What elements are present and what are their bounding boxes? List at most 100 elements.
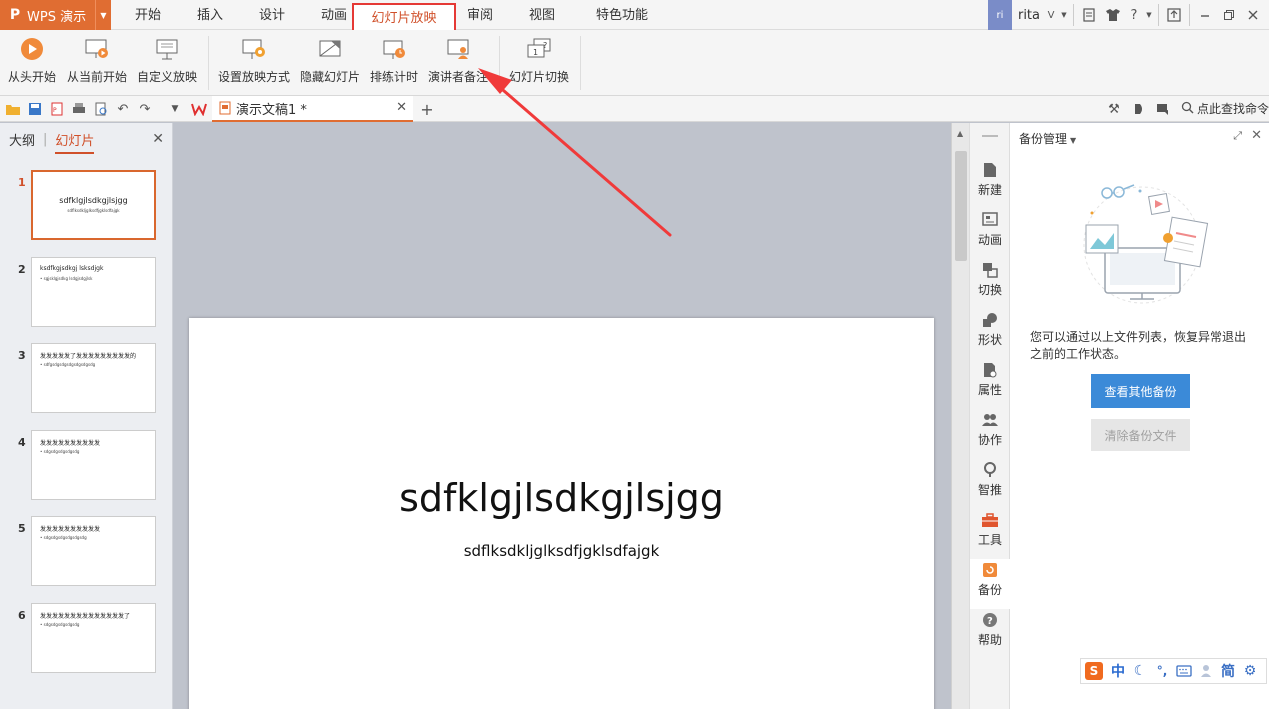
slide-thumbnail-3[interactable]: 发发发发发了发发发发发发发发发的 • sdfgsdgsdgsdgsdgsdgsd… xyxy=(31,343,156,413)
slide-title[interactable]: sdfklgjlsdkgjlsjgg xyxy=(189,476,934,520)
scroll-thumb[interactable] xyxy=(955,151,967,261)
moon-icon[interactable]: ☾ xyxy=(1129,660,1151,682)
from-current-button[interactable]: 从当前开始 xyxy=(67,34,127,92)
slide-thumbnail-6[interactable]: 发发发发发发发发发发发发发发了 • sdgsdgsdgsdgsdg xyxy=(31,603,156,673)
slide-thumbnail-4[interactable]: 发发发发发发发发发发 • sdgsdgsdgsdgsdg xyxy=(31,430,156,500)
thumbnail-title: 发发发发发发发发发发 xyxy=(40,526,101,533)
strip-item-shape[interactable]: 形状 xyxy=(970,311,1010,357)
help-icon[interactable]: ? xyxy=(1125,0,1143,30)
rehearse-timing-button[interactable]: 排练计时 xyxy=(370,34,418,92)
open-folder-icon[interactable] xyxy=(4,100,22,118)
slide-number: 5 xyxy=(18,522,26,535)
keyboard-icon[interactable] xyxy=(1173,660,1195,682)
strip-label: 工具 xyxy=(977,533,1002,547)
wps-home-icon[interactable] xyxy=(190,100,208,118)
close-icon[interactable] xyxy=(1241,0,1265,30)
command-search[interactable]: 点此查找命令 xyxy=(1181,100,1269,117)
slide-number: 1 xyxy=(18,176,26,189)
strip-item-help[interactable]: ? 帮助 xyxy=(970,611,1010,657)
strip-item-tools[interactable]: 工具 xyxy=(970,511,1010,557)
slide-thumbnail-5[interactable]: 发发发发发发发发发发 • sdgsdgsdgsdgsdgsdg xyxy=(31,516,156,586)
rehearse-icon xyxy=(379,34,409,64)
tab-animation[interactable]: 动画 xyxy=(310,0,358,30)
tab-outline[interactable]: 大纲 xyxy=(9,130,35,149)
close-icon[interactable]: ✕ xyxy=(1251,128,1262,143)
recommend-icon xyxy=(981,461,999,479)
shirt-icon[interactable] xyxy=(1101,0,1125,30)
strip-item-recommend[interactable]: 智推 xyxy=(970,461,1010,507)
tab-insert[interactable]: 插入 xyxy=(186,0,234,30)
vertical-scrollbar[interactable]: ▲ xyxy=(951,123,969,709)
user-name[interactable]: rita xyxy=(1018,8,1040,23)
restore-icon[interactable] xyxy=(1217,0,1241,30)
user-icon[interactable] xyxy=(1195,660,1217,682)
strip-item-backup[interactable]: 备份 xyxy=(970,559,1010,609)
scroll-up-icon[interactable]: ▲ xyxy=(957,129,963,138)
tab-review[interactable]: 审阅 xyxy=(456,0,504,30)
tab-design[interactable]: 设计 xyxy=(248,0,296,30)
ribbon: 从头开始 从当前开始 自定义放映 设置放映方式 隐藏幻灯片 排练计时 演讲者备注… xyxy=(0,30,1269,96)
strip-item-collaborate[interactable]: 协作 xyxy=(970,411,1010,457)
presenter-notes-button[interactable]: 演讲者备注 xyxy=(428,34,488,92)
search-icon xyxy=(1181,101,1194,117)
ime-logo-icon[interactable]: S xyxy=(1085,662,1103,680)
minimize-icon[interactable] xyxy=(1193,0,1217,30)
document-title: 演示文稿1 * xyxy=(236,102,307,118)
undock-icon[interactable]: ⤢ xyxy=(1233,129,1242,143)
slide-canvas[interactable]: sdfklgjlsdkgjlsjgg sdflksdkljglksdfjgkls… xyxy=(174,123,951,709)
tab-home[interactable]: 开始 xyxy=(124,0,172,30)
strip-item-switch[interactable]: 切换 xyxy=(970,261,1010,307)
slide-subtitle[interactable]: sdflksdkljglksdfjgklsdfajgk xyxy=(189,542,934,560)
ime-language-toggle[interactable]: 中 xyxy=(1107,660,1129,682)
undo-icon[interactable]: ↶ xyxy=(114,100,132,118)
print-icon[interactable] xyxy=(70,100,88,118)
strip-item-new[interactable]: 新建 xyxy=(970,161,1010,207)
ime-mode-toggle[interactable]: 简 xyxy=(1217,660,1239,682)
fullscreen-icon[interactable] xyxy=(1162,0,1186,30)
print-preview-icon[interactable] xyxy=(92,100,110,118)
chevron-down-icon[interactable]: ▼ xyxy=(1143,0,1155,30)
chevron-down-icon: ▼ xyxy=(1070,136,1077,145)
custom-show-button[interactable]: 自定义放映 xyxy=(137,34,197,92)
comment-icon[interactable] xyxy=(1154,100,1172,118)
close-icon[interactable]: ✕ xyxy=(152,131,164,147)
document-tab[interactable]: 演示文稿1 * ✕ xyxy=(212,96,413,122)
vip-icon[interactable]: V xyxy=(1044,0,1058,30)
view-other-backups-button[interactable]: 查看其他备份 xyxy=(1091,374,1190,408)
backup-panel-title[interactable]: 备份管理 ▼ xyxy=(1019,130,1076,147)
setup-show-button[interactable]: 设置放映方式 xyxy=(218,34,290,92)
chevron-down-icon[interactable]: ▼ xyxy=(95,0,111,30)
tab-slides[interactable]: 幻灯片 xyxy=(55,130,95,154)
thumbnail-body: • sgjsklgjsdkg lsdgjsdgjlsk xyxy=(40,276,93,281)
from-start-button[interactable]: 从头开始 xyxy=(8,34,56,92)
current-slide[interactable]: sdfklgjlsdkgjlsjgg sdflksdkljglksdfjgkls… xyxy=(189,318,934,709)
skin-icon[interactable] xyxy=(1077,0,1101,30)
grip-handle[interactable] xyxy=(982,135,998,137)
hide-slide-button[interactable]: 隐藏幻灯片 xyxy=(300,34,360,92)
chevron-down-icon[interactable]: ▼ xyxy=(1058,0,1070,30)
share-icon[interactable] xyxy=(1130,100,1148,118)
strip-item-animation[interactable]: 动画 xyxy=(970,211,1010,257)
slide-thumbnail-2[interactable]: ksdfkgjsdkgj lsksdjgk • sgjsklgjsdkg lsd… xyxy=(31,257,156,327)
custom-show-icon xyxy=(152,34,182,64)
close-tab-icon[interactable]: ✕ xyxy=(396,100,407,115)
clear-backup-files-button[interactable]: 清除备份文件 xyxy=(1091,419,1190,451)
svg-text:1: 1 xyxy=(533,48,538,57)
export-pdf-icon[interactable]: P xyxy=(48,100,66,118)
avatar[interactable]: ri xyxy=(987,0,1012,30)
gear-icon[interactable]: ⚙ xyxy=(1239,660,1261,682)
format-painter-icon[interactable]: ⚒ xyxy=(1105,100,1123,118)
punctuation-icon[interactable]: °, xyxy=(1151,660,1173,682)
tab-special-features[interactable]: 特色功能 xyxy=(580,0,664,30)
redo-icon[interactable]: ↷ xyxy=(136,100,154,118)
slide-transition-button[interactable]: 1? 幻灯片切换 xyxy=(509,34,569,92)
presenter-notes-label: 演讲者备注 xyxy=(428,70,489,84)
new-tab-icon[interactable]: + xyxy=(418,100,436,119)
tab-view[interactable]: 视图 xyxy=(518,0,566,30)
slide-thumbnail-1[interactable]: sdfklgjlsdkgjlsjgg sdflksdkljglksdfjgkls… xyxy=(31,170,156,240)
save-icon[interactable] xyxy=(26,100,44,118)
quick-access-dropdown-icon[interactable]: ▼ xyxy=(166,100,184,118)
app-menu-button[interactable]: P WPS 演示 ▼ xyxy=(0,0,111,30)
strip-item-properties[interactable]: 属性 xyxy=(970,361,1010,407)
svg-text:?: ? xyxy=(543,41,547,50)
